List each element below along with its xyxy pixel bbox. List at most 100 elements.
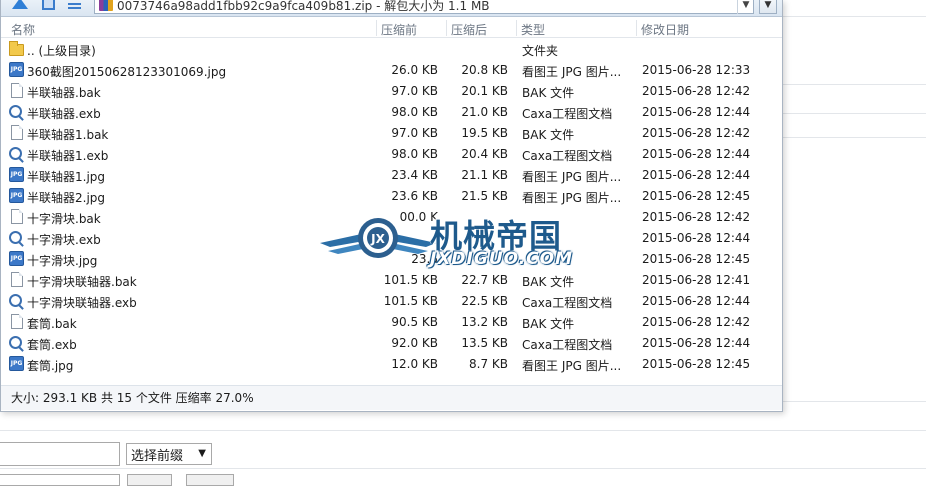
column-header-packed[interactable]: 压缩后 — [451, 21, 487, 38]
file-row[interactable]: 十字滑块联轴器.bak 101.5 KB 22.7 KB BAK 文件 2015-06-… — [1, 269, 782, 290]
exb-file-icon — [9, 294, 22, 307]
file-row[interactable]: .. (上级目录) 文件夹 — [1, 38, 782, 59]
text-input[interactable] — [0, 474, 120, 486]
page-divider — [783, 113, 926, 114]
file-size: 12.0 KB — [391, 357, 438, 371]
toolbar: 0073746a98add1fbb92c9a9fca409b81.zip - 解… — [1, 0, 782, 17]
file-type: 看图王 JPG 图片... — [522, 191, 622, 205]
file-modified-date: 2015-06-28 12:42 — [642, 126, 751, 140]
window-menu-button[interactable]: ▼ — [759, 0, 777, 14]
file-type: BAK 文件 — [522, 275, 575, 289]
view-large-button[interactable] — [39, 0, 57, 12]
archive-path-field[interactable]: 0073746a98add1fbb92c9a9fca409b81.zip - 解… — [94, 0, 754, 14]
file-name: 360截图20150628123301069.jpg — [27, 65, 227, 79]
form-button[interactable] — [127, 474, 172, 486]
file-size: 98.0 KB — [391, 105, 438, 119]
file-row[interactable]: JPG 十字滑块.jpg 23.5 2015-06-28 12:45 — [1, 248, 782, 269]
file-packed-size: 20.4 KB — [461, 147, 508, 161]
file-packed-size: 22.5 KB — [461, 294, 508, 308]
file-size: 97.0 KB — [391, 84, 438, 98]
jpg-file-icon: JPG — [9, 62, 24, 77]
file-name: 套筒.exb — [27, 338, 77, 352]
page-divider — [783, 401, 926, 402]
chevron-down-icon: ▼ — [764, 0, 772, 10]
file-modified-date: 2015-06-28 12:42 — [642, 84, 751, 98]
file-size: 101.5 KB — [383, 273, 438, 287]
column-divider[interactable] — [516, 20, 517, 36]
file-name: 十字滑块.bak — [27, 212, 101, 226]
file-size: 101.5 KB — [383, 294, 438, 308]
bak-file-icon — [11, 209, 23, 224]
file-name: 半联轴器2.jpg — [27, 191, 106, 205]
file-modified-date: 2015-06-28 12:44 — [642, 231, 751, 245]
path-dropdown-button[interactable]: ▼ — [737, 0, 754, 14]
file-row[interactable]: 十字滑块.bak 00.0 K 2015-06-28 12:42 — [1, 206, 782, 227]
file-modified-date: 2015-06-28 12:44 — [642, 147, 751, 161]
status-text: 大小: 293.1 KB 共 15 个文件 压缩率 27.0% — [11, 391, 254, 405]
view-list-button[interactable] — [65, 0, 83, 12]
square-view-icon — [41, 0, 55, 10]
file-modified-date: 2015-06-28 12:42 — [642, 315, 751, 329]
file-row[interactable]: 半联轴器.exb 98.0 KB 21.0 KB Caxa工程图文档 2015-06-2… — [1, 101, 782, 122]
file-packed-size: 20.1 KB — [461, 84, 508, 98]
exb-file-icon — [9, 336, 22, 349]
file-name: 十字滑块联轴器.exb — [27, 296, 137, 310]
column-divider[interactable] — [376, 20, 377, 36]
column-header-name[interactable]: 名称 — [11, 21, 35, 38]
chevron-down-icon: ▼ — [742, 0, 750, 10]
file-row[interactable]: 十字滑块联轴器.exb 101.5 KB 22.5 KB Caxa工程图文档 2015-… — [1, 290, 782, 311]
file-modified-date: 2015-06-28 12:45 — [642, 252, 751, 266]
text-input[interactable] — [0, 442, 120, 466]
file-name: 套筒.jpg — [27, 359, 74, 373]
file-name: 半联轴器1.exb — [27, 149, 109, 163]
prefix-select[interactable]: 选择前缀 ▼ — [126, 443, 212, 465]
file-packed-size: 21.1 KB — [461, 168, 508, 182]
file-packed-size: 20.8 KB — [461, 63, 508, 77]
file-row[interactable]: 半联轴器1.exb 98.0 KB 20.4 KB Caxa工程图文档 2015-06-… — [1, 143, 782, 164]
file-packed-size: 19.5 KB — [461, 126, 508, 140]
file-packed-size: 22.7 KB — [461, 273, 508, 287]
column-header-modified[interactable]: 修改日期 — [641, 21, 689, 38]
bak-file-icon — [11, 83, 23, 98]
up-folder-button[interactable] — [11, 0, 29, 12]
file-size: 26.0 KB — [391, 63, 438, 77]
file-size: 90.5 KB — [391, 315, 438, 329]
file-type: BAK 文件 — [522, 317, 575, 331]
file-name: .. (上级目录) — [27, 44, 96, 58]
file-packed-size: 13.5 KB — [461, 336, 508, 350]
archive-path-text: 0073746a98add1fbb92c9a9fca409b81.zip - 解… — [117, 0, 490, 13]
file-packed-size: 21.5 KB — [461, 189, 508, 203]
file-row[interactable]: 半联轴器.bak 97.0 KB 20.1 KB BAK 文件 2015-06-28 1… — [1, 80, 782, 101]
file-modified-date: 2015-06-28 12:44 — [642, 294, 751, 308]
file-row[interactable]: JPG 半联轴器1.jpg 23.4 KB 21.1 KB 看图王 JPG 图片... 2… — [1, 164, 782, 185]
file-name: 十字滑块.jpg — [27, 254, 98, 268]
file-row[interactable]: 套筒.bak 90.5 KB 13.2 KB BAK 文件 2015-06-28 12:… — [1, 311, 782, 332]
file-type: Caxa工程图文档 — [522, 107, 613, 121]
jpg-file-icon: JPG — [9, 251, 24, 266]
file-row[interactable]: 套筒.exb 92.0 KB 13.5 KB Caxa工程图文档 2015-06-28 … — [1, 332, 782, 353]
file-packed-size: 13.2 KB — [461, 315, 508, 329]
page-divider — [783, 16, 926, 17]
page-divider — [0, 430, 926, 431]
form-button[interactable] — [186, 474, 234, 486]
column-header-type[interactable]: 类型 — [521, 21, 545, 38]
status-bar: 大小: 293.1 KB 共 15 个文件 压缩率 27.0% — [1, 385, 782, 410]
file-modified-date: 2015-06-28 12:44 — [642, 168, 751, 182]
file-size: 23.4 KB — [391, 168, 438, 182]
file-modified-date: 2015-06-28 12:42 — [642, 210, 751, 224]
jpg-file-icon: JPG — [9, 356, 24, 371]
file-name: 半联轴器.exb — [27, 107, 101, 121]
column-divider[interactable] — [636, 20, 637, 36]
folder-icon — [9, 41, 24, 56]
column-header-size[interactable]: 压缩前 — [381, 21, 417, 38]
file-row[interactable]: 半联轴器1.bak 97.0 KB 19.5 KB BAK 文件 2015-06-28 … — [1, 122, 782, 143]
page-divider — [0, 468, 926, 469]
exb-file-icon — [9, 147, 22, 160]
file-row[interactable]: JPG 套筒.jpg 12.0 KB 8.7 KB 看图王 JPG 图片... 2015-… — [1, 353, 782, 374]
zip-archive-icon — [99, 0, 113, 11]
file-row[interactable]: JPG 半联轴器2.jpg 23.6 KB 21.5 KB 看图王 JPG 图片... 2… — [1, 185, 782, 206]
column-divider[interactable] — [446, 20, 447, 36]
file-row[interactable]: JPG 360截图20150628123301069.jpg 26.0 KB 20.8… — [1, 59, 782, 80]
file-type: BAK 文件 — [522, 86, 575, 100]
file-row[interactable]: 十字滑块.exb 2015-06-28 12:44 — [1, 227, 782, 248]
